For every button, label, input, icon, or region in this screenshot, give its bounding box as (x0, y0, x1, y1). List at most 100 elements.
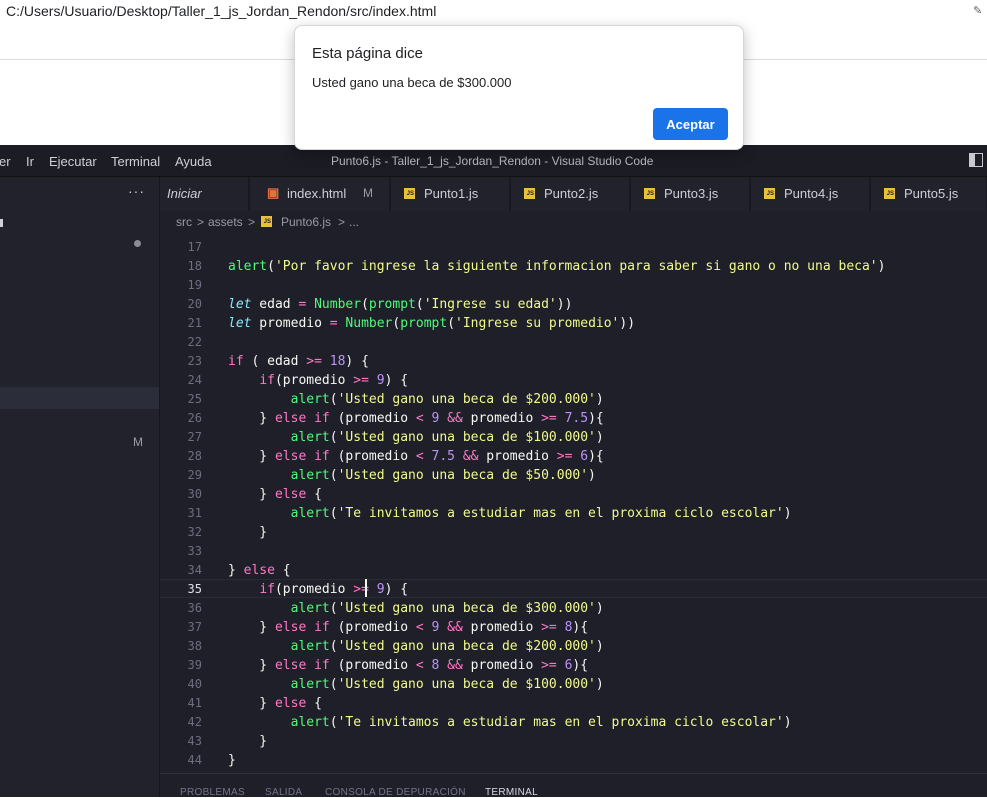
breadcrumb-src[interactable]: src (176, 215, 192, 229)
code-line[interactable]: let edad = Number(prompt('Ingrese su eda… (228, 295, 572, 314)
line-number: 36 (187, 601, 202, 615)
code-token: ) (877, 259, 886, 274)
code-token: 7.5 (564, 411, 589, 426)
code-line[interactable]: } (228, 732, 267, 751)
code-line[interactable]: if ( edad >= 18) { (228, 352, 369, 371)
line-number: 26 (187, 411, 202, 425)
code-token: < (415, 449, 424, 464)
tab-punto4[interactable]: JS Punto4.js (751, 177, 870, 211)
code-line[interactable]: alert('Usted gano una beca de $100.000') (228, 428, 604, 447)
sidebar-selected-item[interactable] (0, 387, 159, 409)
code-line[interactable]: } else { (228, 694, 322, 713)
line-number: 40 (187, 677, 202, 691)
breadcrumb-assets[interactable]: assets (208, 215, 243, 229)
code-token: } (228, 449, 275, 464)
tab-label: Punto1.js (424, 186, 479, 201)
code-token: else if (274, 411, 330, 426)
line-number: 33 (187, 544, 202, 558)
line-number: 20 (187, 297, 202, 311)
code-token: 'Usted gano una beca de $300.000' (337, 601, 596, 616)
breadcrumb-file[interactable]: Punto6.js (281, 215, 331, 229)
code-line[interactable]: alert('Usted gano una beca de $50.000') (228, 466, 596, 485)
code-line[interactable]: alert('Usted gano una beca de $300.000') (228, 599, 604, 618)
code-token: ) (595, 430, 604, 445)
line-number: 23 (187, 354, 202, 368)
code-line[interactable]: if(promedio >= 9) { (228, 580, 408, 599)
code-line[interactable]: alert('Usted gano una beca de $200.000') (228, 637, 604, 656)
code-token: 'Usted gano una beca de $200.000' (337, 392, 596, 407)
js-icon: JS (261, 216, 272, 227)
sidebar-section-marker (0, 219, 3, 227)
code-token: ) { (384, 373, 409, 388)
tab-debug-console[interactable]: CONSOLA DE DEPURACIÓN (325, 787, 466, 798)
code-token: alert (290, 392, 330, 407)
url-text[interactable]: C:/Users/Usuario/Desktop/Taller_1_js_Jor… (6, 3, 436, 19)
line-number: 35 (187, 582, 202, 596)
tab-problems[interactable]: PROBLEMAS (180, 787, 245, 798)
browser-address-bar[interactable]: C:/Users/Usuario/Desktop/Taller_1_js_Jor… (0, 0, 987, 24)
line-number: 18 (187, 259, 202, 273)
code-token: (promedio (329, 658, 416, 673)
tab-label: Punto3.js (664, 186, 719, 201)
more-actions-icon[interactable]: ··· (128, 183, 145, 199)
code-token: ){ (572, 658, 589, 673)
code-line[interactable]: alert('Te invitamos a estudiar mas en el… (228, 504, 792, 523)
code-editor[interactable]: 17 18 19 20 21 22 23 24 25 26 27 28 29 30 31 32 33 34 35 36… (160, 233, 987, 773)
line-number: 19 (187, 278, 202, 292)
line-number: 39 (187, 658, 202, 672)
code-token: let (228, 297, 252, 312)
code-line[interactable]: } (228, 751, 236, 770)
code-line[interactable]: if(promedio >= 9) { (228, 371, 408, 390)
menu-item-help[interactable]: Ayuda (175, 154, 212, 169)
code-token: if (228, 354, 244, 369)
page-icon[interactable]: ✎ (973, 4, 985, 18)
menu-item-terminal[interactable]: Terminal (111, 154, 160, 169)
menu-item-view[interactable]: er (0, 154, 11, 169)
code-token: ) (595, 601, 604, 616)
code-line[interactable]: } else { (228, 561, 291, 580)
tab-iniciar[interactable]: Iniciar (160, 177, 249, 211)
tab-output[interactable]: SALIDA (265, 787, 302, 798)
code-line[interactable]: alert('Usted gano una beca de $100.000') (228, 675, 604, 694)
code-token: ( (361, 297, 369, 312)
code-line[interactable]: } else if (promedio < 9 && promedio >= 7… (228, 409, 603, 428)
tab-punto1[interactable]: JS Punto1.js (391, 177, 510, 211)
code-line[interactable]: alert('Por favor ingrese la siguiente in… (228, 257, 885, 276)
code-line[interactable]: } else if (promedio < 9 && promedio >= 8… (228, 618, 588, 637)
tab-punto2[interactable]: JS Punto2.js (511, 177, 630, 211)
code-token: else (243, 563, 275, 578)
code-token: else (274, 696, 307, 711)
menu-item-run[interactable]: Ejecutar (49, 154, 97, 169)
code-line[interactable]: } else if (promedio < 7.5 && promedio >=… (228, 447, 603, 466)
code-token: 'Ingrese su edad' (423, 297, 557, 312)
code-token: else if (274, 658, 330, 673)
tab-punto5[interactable]: JS Punto5.js (871, 177, 987, 211)
code-token: 'Por favor ingrese la siguiente informac… (274, 259, 878, 274)
tab-index-html[interactable]: ▣ index.html M (250, 177, 390, 211)
menu-item-go[interactable]: Ir (26, 154, 34, 169)
code-line[interactable]: alert('Usted gano una beca de $200.000') (228, 390, 604, 409)
code-token: promedio (462, 658, 542, 673)
code-line[interactable]: alert('Te invitamos a estudiar mas en el… (228, 713, 792, 732)
tab-punto3[interactable]: JS Punto3.js (631, 177, 750, 211)
line-number: 34 (187, 563, 202, 577)
code-token: < (415, 411, 424, 426)
code-token: )) (619, 316, 636, 331)
accept-button[interactable]: Aceptar (653, 108, 728, 140)
breadcrumb-separator: > (197, 215, 205, 229)
line-number: 17 (187, 240, 202, 254)
code-line[interactable]: } (228, 523, 267, 542)
line-number: 41 (187, 696, 202, 710)
code-line[interactable]: } else { (228, 485, 322, 504)
breadcrumb-symbol[interactable]: ... (349, 215, 359, 229)
code-line[interactable]: } else if (promedio < 8 && promedio >= 6… (228, 656, 588, 675)
line-number: 27 (187, 430, 202, 444)
tab-terminal[interactable]: TERMINAL (485, 787, 538, 798)
line-number: 25 (187, 392, 202, 406)
toggle-sidebar-icon[interactable] (969, 153, 983, 167)
code-token: Number (314, 297, 362, 312)
code-line[interactable]: let promedio = Number(prompt('Ingrese su… (228, 314, 635, 333)
